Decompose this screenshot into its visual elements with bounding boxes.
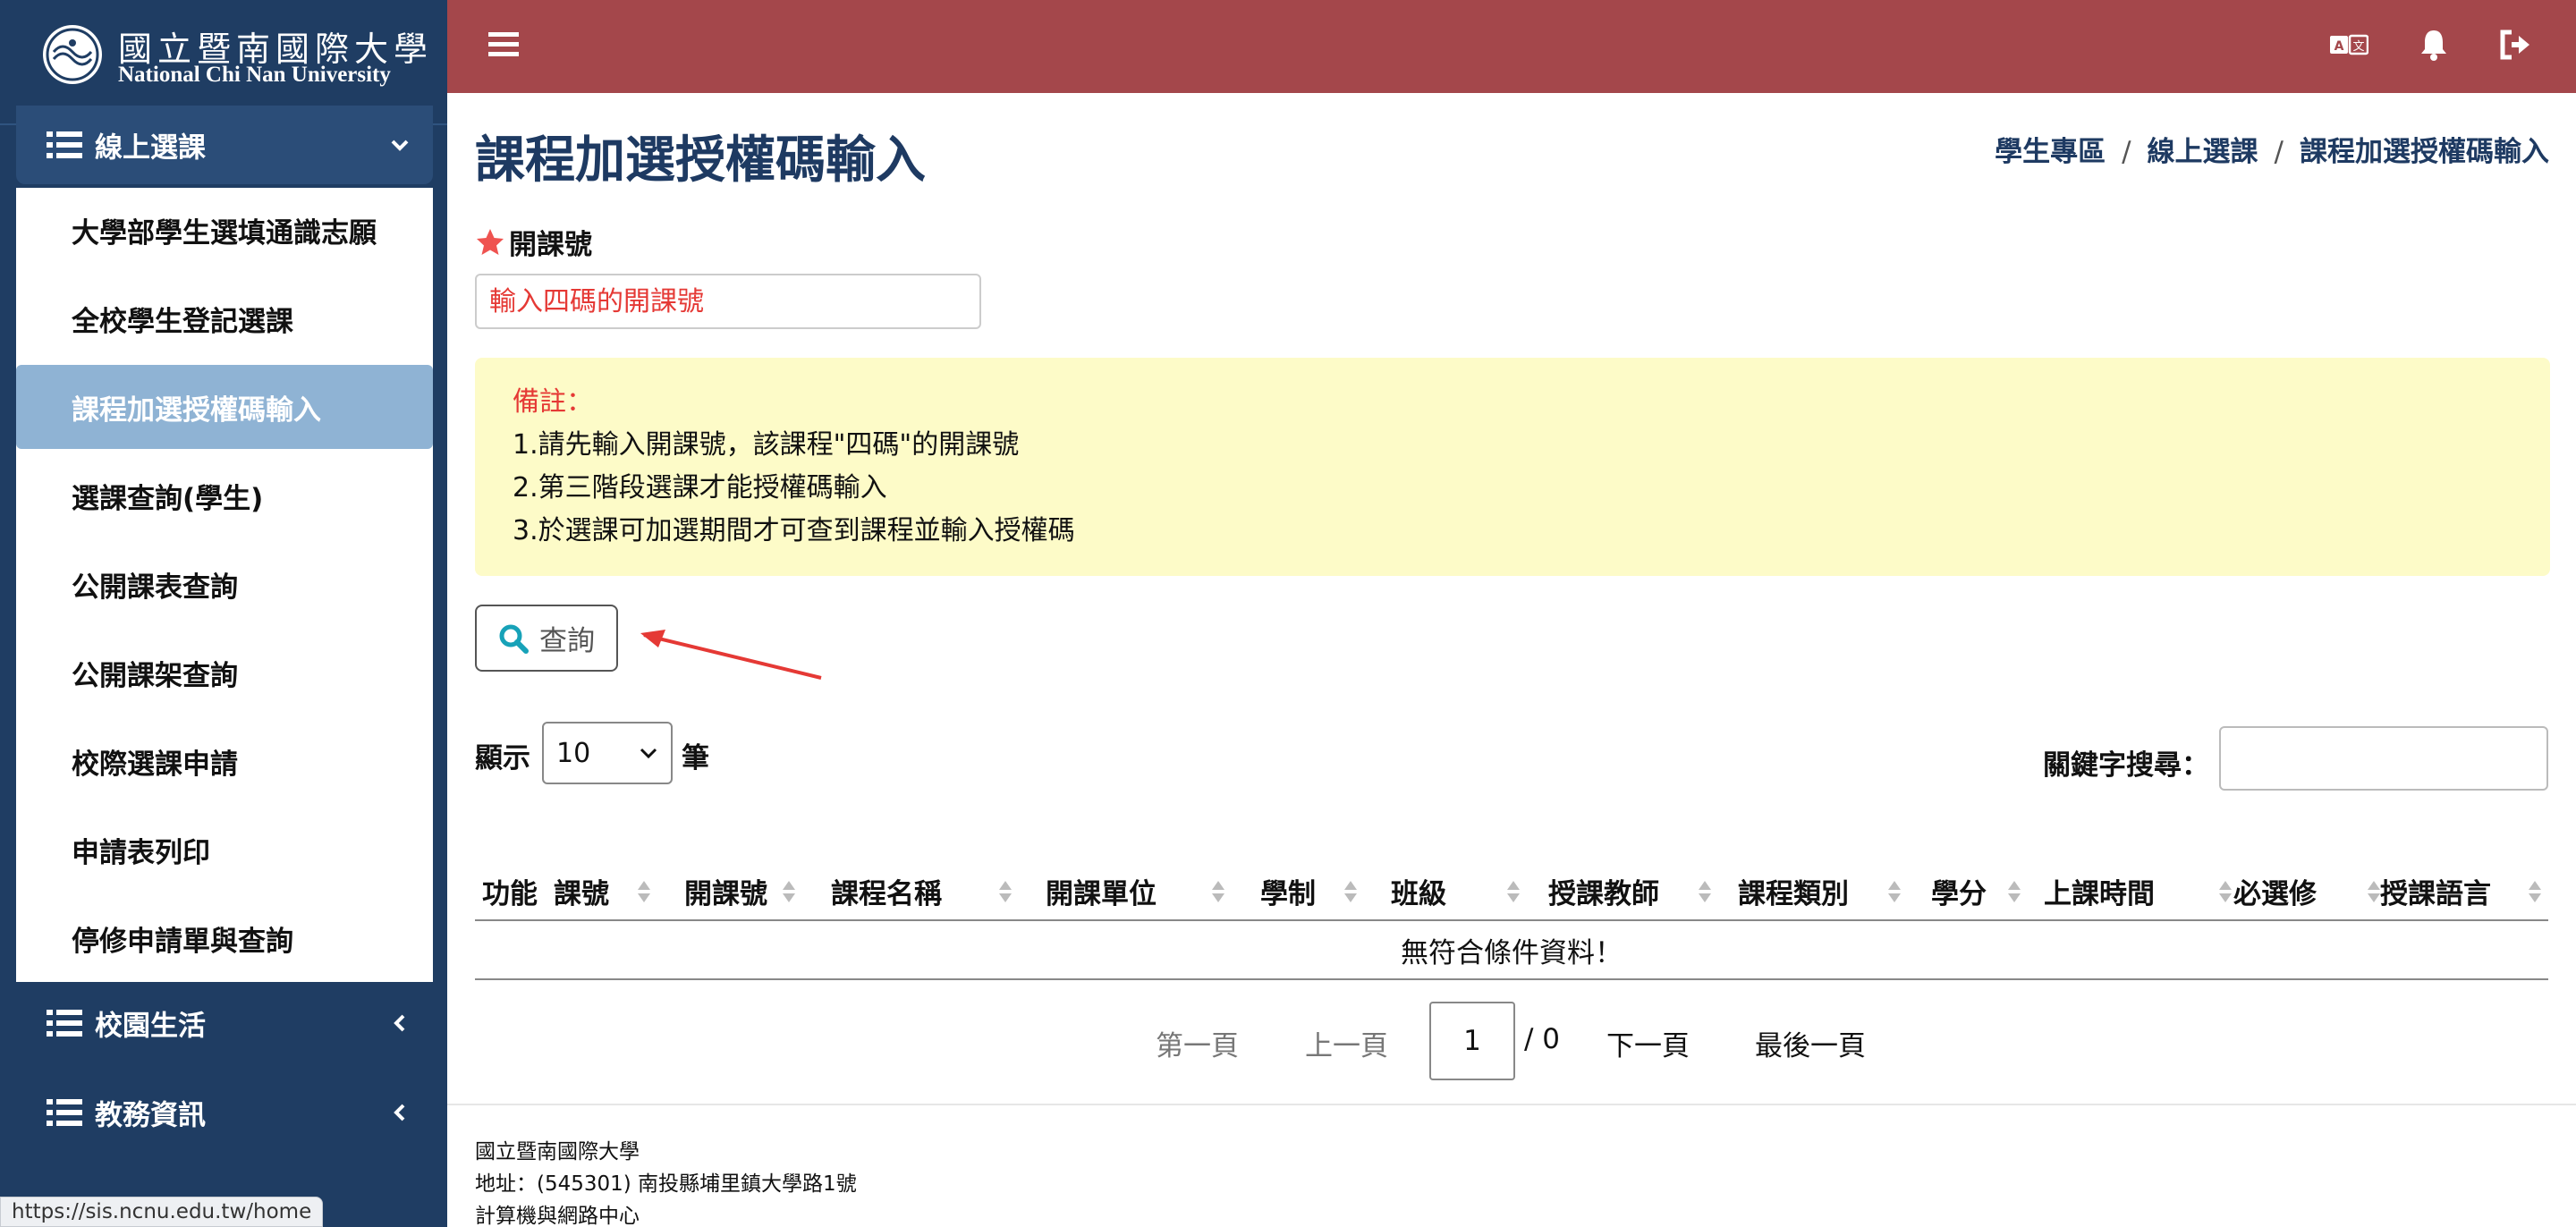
sidebar-item-register-courses[interactable]: 全校學生登記選課	[16, 276, 433, 360]
chevron-down-icon	[640, 748, 657, 759]
svg-text:文: 文	[2352, 40, 2364, 54]
breadcrumb-student-area[interactable]: 學生專區	[1995, 136, 2106, 168]
svg-text:A: A	[2334, 39, 2344, 54]
table-header-row: 功能 課號 開課號 課程名稱 開課單位 學制 班級 授課教師 課程類別 學分 上…	[475, 859, 2548, 921]
column-header[interactable]: 必選修	[2233, 871, 2317, 911]
search-icon	[499, 624, 529, 654]
column-header[interactable]: 開課單位	[1046, 871, 1157, 911]
sort-icon[interactable]	[2217, 878, 2233, 905]
annotation-arrow-icon	[640, 630, 822, 680]
sort-icon[interactable]	[997, 878, 1013, 905]
menu-icon[interactable]	[488, 29, 519, 61]
sort-icon[interactable]	[1886, 878, 1902, 905]
star-icon	[477, 228, 504, 255]
list-icon	[47, 1099, 82, 1126]
footer-university-name: 國立暨南國際大學	[475, 1140, 640, 1164]
submenu: 大學部學生選填通識志願 全校學生登記選課 課程加選授權碼輸入 選課查詢(學生) …	[16, 188, 433, 982]
sort-icon[interactable]	[2527, 878, 2543, 905]
breadcrumb-separator: /	[2274, 136, 2284, 168]
column-header[interactable]: 課程類別	[1738, 871, 1849, 911]
browser-status-bar: https://sis.ncnu.edu.tw/home	[0, 1197, 324, 1227]
column-header[interactable]: 上課時間	[2044, 871, 2155, 911]
footer-department: 計算機與網路中心	[475, 1205, 640, 1227]
sort-icon[interactable]	[1210, 878, 1226, 905]
show-entries-label: 顯示	[475, 742, 530, 774]
column-header[interactable]: 課號	[554, 871, 609, 911]
last-page-button[interactable]: 最後一頁	[1755, 1023, 1866, 1063]
sidebar-item-inter-school-application[interactable]: 校際選課申請	[16, 719, 433, 803]
note-line: 3.於選課可加選期間才可查到課程並輸入授權碼	[513, 515, 1075, 546]
sidebar-item-withdrawal[interactable]: 停修申請單與查詢	[16, 896, 433, 980]
sort-icon[interactable]	[1343, 878, 1359, 905]
sort-icon[interactable]	[1697, 878, 1713, 905]
breadcrumb-online-course[interactable]: 線上選課	[2148, 136, 2258, 168]
menu-label: 線上選課	[95, 131, 206, 165]
sort-icon[interactable]	[2006, 878, 2022, 905]
query-button-label: 查詢	[539, 625, 595, 657]
brand-name-en: National Chi Nan University	[118, 63, 391, 87]
column-header[interactable]: 學分	[1931, 871, 1987, 911]
bell-icon[interactable]	[2419, 29, 2449, 61]
course-table: 功能 課號 開課號 課程名稱 開課單位 學制 班級 授課教師 課程類別 學分 上…	[475, 859, 2548, 980]
prev-page-button[interactable]: 上一頁	[1305, 1023, 1388, 1063]
first-page-button[interactable]: 第一頁	[1156, 1023, 1239, 1063]
column-header[interactable]: 開課號	[684, 871, 767, 911]
page-size-select[interactable]: 10	[542, 722, 673, 784]
sort-icon[interactable]	[1505, 878, 1521, 905]
column-header[interactable]: 學制	[1260, 871, 1316, 911]
query-button[interactable]: 查詢	[475, 605, 618, 672]
menu-academic-info[interactable]: 教務資訊	[16, 1071, 433, 1154]
note-title: 備註：	[513, 386, 593, 418]
page-size-value: 10	[556, 737, 591, 769]
next-page-button[interactable]: 下一頁	[1606, 1023, 1690, 1063]
note-line: 1.請先輸入開課號，該課程"四碼"的開課號	[513, 429, 1020, 461]
chevron-left-icon	[394, 1104, 405, 1121]
keyword-search-label: 關鍵字搜尋：	[2043, 749, 2209, 782]
university-logo-icon	[43, 25, 102, 84]
column-header[interactable]: 班級	[1391, 871, 1446, 911]
page-title: 課程加選授權碼輸入	[475, 131, 926, 190]
sidebar-item-auth-code-input[interactable]: 課程加選授權碼輸入	[16, 365, 433, 449]
column-header[interactable]: 授課教師	[1548, 871, 1659, 911]
logout-icon[interactable]	[2499, 29, 2533, 61]
note-line: 2.第三階段選課才能授權碼輸入	[513, 472, 887, 503]
list-icon	[47, 131, 82, 158]
sidebar-item-print-application[interactable]: 申請表列印	[16, 808, 433, 892]
breadcrumb: 學生專區 / 線上選課 / 課程加選授權碼輸入	[1995, 129, 2549, 169]
course-code-label-text: 開課號	[509, 229, 592, 261]
chevron-down-icon	[391, 140, 409, 151]
keyword-search-input[interactable]	[2219, 726, 2548, 791]
translate-icon[interactable]: A 文	[2329, 29, 2368, 61]
sort-icon[interactable]	[636, 878, 652, 905]
sidebar-item-general-education-wishes[interactable]: 大學部學生選填通識志願	[16, 188, 433, 272]
top-navbar: A 文	[447, 0, 2576, 93]
sidebar-item-public-timetable[interactable]: 公開課表查詢	[16, 542, 433, 626]
course-code-label: 開課號	[475, 222, 592, 262]
breadcrumb-separator: /	[2122, 136, 2131, 168]
page-total: / 0	[1524, 1023, 1561, 1055]
table-empty-row: 無符合條件資料！	[475, 921, 2548, 980]
course-code-input[interactable]	[475, 274, 981, 329]
sort-icon[interactable]	[781, 878, 797, 905]
note-box: 備註： 1.請先輸入開課號，該課程"四碼"的開課號 2.第三階段選課才能授權碼輸…	[475, 358, 2550, 576]
column-header[interactable]: 授課語言	[2380, 871, 2491, 911]
current-page-box[interactable]: 1	[1429, 1002, 1515, 1080]
pagination: 第一頁 上一頁 1 / 0 下一頁 最後一頁	[0, 1002, 2576, 1082]
entries-unit-label: 筆	[682, 742, 709, 774]
menu-online-course-selection[interactable]: 線上選課	[16, 106, 433, 184]
breadcrumb-current: 課程加選授權碼輸入	[2300, 136, 2549, 168]
sidebar-item-public-course-shelf[interactable]: 公開課架查詢	[16, 630, 433, 715]
footer-address: 地址：(545301) 南投縣埔里鎮大學路1號	[475, 1172, 857, 1196]
app-root: 國立暨南國際大學 National Chi Nan University 線上選…	[0, 0, 2576, 1227]
sidebar-item-course-query-student[interactable]: 選課查詢(學生)	[16, 453, 433, 537]
menu-label: 教務資訊	[95, 1099, 206, 1132]
column-header: 功能	[482, 878, 538, 910]
column-header[interactable]: 課程名稱	[831, 871, 942, 911]
footer: 國立暨南國際大學 地址：(545301) 南投縣埔里鎮大學路1號 計算機與網路中…	[447, 1104, 2576, 1227]
